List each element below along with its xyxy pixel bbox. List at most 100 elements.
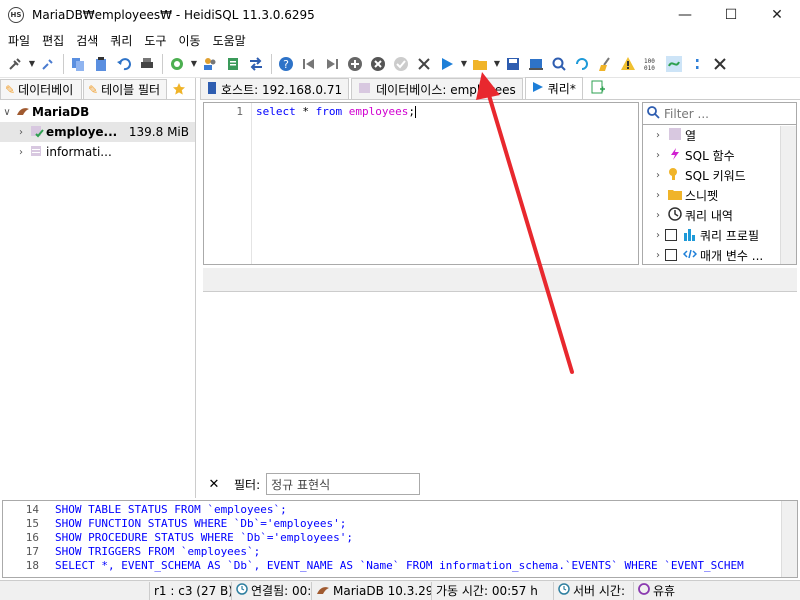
helper-scrollbar[interactable] (780, 126, 796, 264)
export-sql-icon[interactable] (222, 53, 244, 75)
favorites-star-icon[interactable] (168, 79, 190, 99)
help-icon[interactable]: ? (275, 53, 297, 75)
undo-icon[interactable] (113, 53, 135, 75)
print-icon[interactable] (136, 53, 158, 75)
log-line-numbers: 14 15 16 17 18 (25, 503, 39, 572)
tree-database-information-schema[interactable]: › informati... (0, 142, 195, 162)
helper-item-query-history[interactable]: › 쿼리 내역 (643, 205, 796, 225)
log-scrollbar[interactable] (781, 501, 797, 577)
auto-refresh-icon[interactable] (663, 53, 685, 75)
expand-chevron-icon[interactable]: › (651, 150, 665, 161)
profile-checkbox[interactable] (665, 229, 677, 241)
log-line: SELECT *, EVENT_SCHEMA AS `Db`, EVENT_NA… (55, 559, 744, 572)
user-manager-icon[interactable] (199, 53, 221, 75)
helper-item-query-profile[interactable]: › 쿼리 프로필 (643, 225, 796, 245)
replace-icon[interactable] (571, 53, 593, 75)
sync-arrows-icon[interactable] (245, 53, 267, 75)
helper-item-sql-keywords[interactable]: › SQL 키워드 (643, 165, 796, 185)
tab-databases[interactable]: ✎ 데이터베이 (0, 79, 82, 99)
expand-chevron-icon[interactable]: › (651, 210, 665, 221)
cancel-icon[interactable] (413, 53, 435, 75)
more-options-icon[interactable] (686, 53, 708, 75)
database-active-icon (28, 124, 46, 141)
helper-item-parameters[interactable]: › 매개 변수 ... (643, 245, 796, 265)
status-server-version: MariaDB 10.3.29 (312, 581, 432, 600)
filter-label: 필터: (234, 477, 261, 492)
expand-chevron-icon[interactable]: › (651, 170, 665, 181)
filter-tab-icon: ✎ (88, 82, 99, 97)
run-query-icon[interactable] (436, 53, 458, 75)
menu-search[interactable]: 검색 (70, 32, 104, 49)
sql-log-panel[interactable]: 14 15 16 17 18 SHOW TABLE STATUS FROM `e… (2, 500, 798, 578)
delete-record-icon[interactable] (367, 53, 389, 75)
window-title: MariaDB₩employees₩ - HeidiSQL 11.3.0.629… (32, 8, 315, 22)
save-icon[interactable] (502, 53, 524, 75)
menu-query[interactable]: 쿼리 (104, 32, 138, 49)
run-dropdown-icon[interactable]: ▼ (459, 59, 469, 68)
menu-goto[interactable]: 이동 (172, 32, 206, 49)
refresh-icon[interactable] (166, 53, 188, 75)
sql-editor[interactable]: 1 select * from employees; (203, 102, 639, 265)
helper-item-columns[interactable]: › 열 (643, 125, 796, 145)
sql-keyword: from (315, 105, 343, 118)
mariadb-seal-icon (14, 105, 32, 119)
expand-chevron-icon[interactable]: › (651, 230, 665, 241)
expand-chevron-icon[interactable]: › (651, 190, 665, 201)
new-query-tab-button[interactable] (585, 78, 611, 99)
helper-filter-input[interactable]: Filter ... (643, 103, 796, 125)
helper-item-snippets[interactable]: › 스니펫 (643, 185, 796, 205)
editor-result-splitter[interactable] (203, 268, 797, 292)
status-uptime: 가동 시간: 00:57 h (432, 581, 554, 600)
maximize-button[interactable]: ☐ (708, 0, 754, 30)
filter-close-icon[interactable]: ✕ (202, 477, 226, 492)
menu-help[interactable]: 도움말 (207, 32, 252, 49)
menu-edit[interactable]: 편집 (36, 32, 70, 49)
tab-database[interactable]: 데이터베이스: employees (351, 78, 523, 99)
tab-query[interactable]: 쿼리* (524, 77, 583, 99)
binary-icon[interactable]: 100 010 (640, 53, 662, 75)
status-empty (0, 581, 150, 600)
menu-file[interactable]: 파일 (2, 32, 36, 49)
parameters-checkbox[interactable] (665, 249, 677, 261)
tree-database-employees[interactable]: › employe... 139.8 MiB (0, 122, 195, 142)
session-dropdown-icon[interactable]: ▼ (27, 59, 37, 68)
refresh-dropdown-icon[interactable]: ▼ (189, 59, 199, 68)
open-dropdown-icon[interactable]: ▼ (492, 59, 502, 68)
regex-filter-input[interactable]: 정규 표현식 (266, 473, 421, 495)
expand-chevron-icon[interactable]: › (651, 130, 665, 141)
main-tab-strip: 호스트: 192.168.0.71 데이터베이스: employees 쿼리* (200, 77, 800, 100)
post-record-icon[interactable] (390, 53, 412, 75)
collapse-chevron-icon[interactable]: › (14, 127, 28, 138)
minimize-button[interactable]: — (662, 0, 708, 30)
paste-icon[interactable] (90, 53, 112, 75)
expand-chevron-icon[interactable]: ∨ (0, 107, 14, 118)
disconnect-plug-icon[interactable] (37, 53, 59, 75)
session-manager-plug-icon[interactable] (4, 53, 26, 75)
status-idle: 유휴 (634, 582, 800, 600)
main-toolbar: ▼ ▼ ? ▼ ▼ 100 010 (0, 50, 800, 78)
tree-server-node[interactable]: ∨ MariaDB (0, 102, 195, 122)
last-record-icon[interactable] (321, 53, 343, 75)
format-broom-icon[interactable] (594, 53, 616, 75)
open-folder-icon[interactable] (469, 53, 491, 75)
sql-identifier: employees (342, 105, 409, 118)
find-icon[interactable] (548, 53, 570, 75)
close-tab-icon[interactable] (709, 53, 731, 75)
tab-table-filter[interactable]: ✎ 테이블 필터 (83, 79, 167, 99)
first-record-icon[interactable] (298, 53, 320, 75)
insert-record-icon[interactable] (344, 53, 366, 75)
sql-symbol: ; (408, 105, 415, 118)
editor-code-line[interactable]: select * from employees; (252, 103, 638, 264)
text-cursor (414, 106, 416, 118)
log-lines: SHOW TABLE STATUS FROM `employees`; SHOW… (55, 503, 783, 573)
close-button[interactable]: ✕ (754, 0, 800, 30)
helper-item-sql-functions[interactable]: › SQL 함수 (643, 145, 796, 165)
expand-chevron-icon[interactable]: › (651, 250, 665, 261)
save-as-icon[interactable] (525, 53, 547, 75)
warning-icon[interactable] (617, 53, 639, 75)
copy-icon[interactable] (67, 53, 89, 75)
tab-host[interactable]: 호스트: 192.168.0.71 (200, 78, 350, 99)
collapse-chevron-icon[interactable]: › (14, 147, 28, 158)
menu-tools[interactable]: 도구 (138, 32, 172, 49)
editor-line-number: 1 (204, 103, 252, 264)
